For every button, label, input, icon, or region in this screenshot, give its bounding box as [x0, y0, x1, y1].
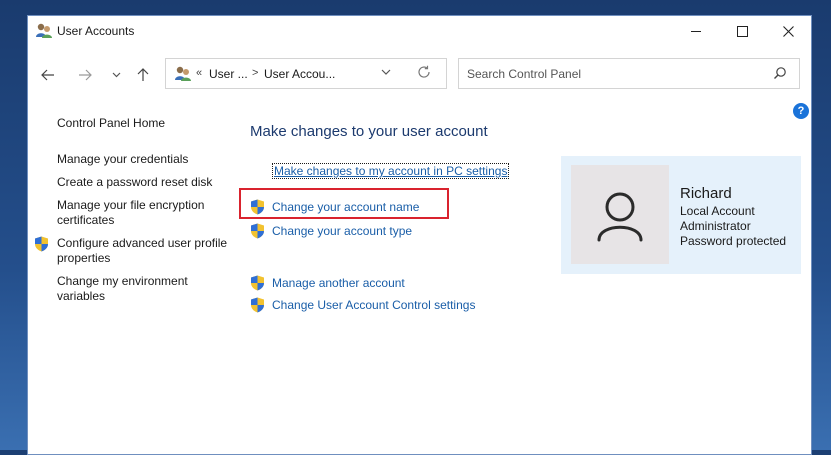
manage-file-encryption-link[interactable]: Manage your file encryption certificates	[57, 198, 232, 228]
refresh-button[interactable]	[417, 65, 431, 82]
account-status: Password protected	[680, 234, 787, 248]
create-password-reset-disk-link[interactable]: Create a password reset disk	[57, 175, 232, 190]
pc-settings-link[interactable]: Make changes to my account in PC setting…	[272, 163, 510, 179]
help-icon[interactable]: ?	[793, 103, 809, 119]
chevron-down-icon	[381, 69, 391, 75]
control-panel-home-link[interactable]: Control Panel Home	[57, 116, 232, 131]
arrow-left-icon	[41, 69, 54, 81]
uac-shield-icon	[251, 297, 264, 313]
user-avatar-icon	[597, 192, 643, 242]
window-title: User Accounts	[57, 24, 135, 38]
uac-shield-icon	[251, 223, 264, 239]
address-overflow-indicator[interactable]: «	[196, 67, 202, 79]
refresh-icon	[418, 65, 430, 78]
up-button[interactable]	[132, 65, 154, 85]
avatar	[571, 165, 669, 264]
breadcrumb-user-accounts[interactable]: User Accou...	[264, 67, 335, 81]
close-button[interactable]	[765, 16, 811, 47]
uac-shield-icon	[251, 199, 264, 215]
change-account-type-link[interactable]: Change your account type	[272, 224, 412, 238]
maximize-icon	[736, 26, 748, 37]
manage-another-account-link[interactable]: Manage another account	[272, 276, 405, 290]
change-environment-variables-link[interactable]: Change my environment variables	[57, 274, 232, 304]
account-role: Administrator	[680, 219, 751, 233]
title-bar[interactable]: User Accounts	[28, 16, 811, 47]
uac-shield-icon	[251, 275, 264, 291]
back-button[interactable]	[37, 65, 59, 85]
search-box[interactable]	[458, 58, 800, 89]
arrow-up-icon	[137, 68, 149, 81]
navigation-bar: « User ... > User Accou...	[28, 58, 811, 92]
close-icon	[782, 26, 794, 37]
change-account-name-link[interactable]: Change your account name	[272, 200, 419, 214]
uac-shield-icon	[35, 236, 48, 252]
page-title: Make changes to your user account	[250, 123, 488, 140]
search-input[interactable]	[467, 65, 757, 83]
account-type: Local Account	[680, 204, 755, 218]
user-accounts-location-icon	[175, 66, 191, 81]
recent-locations-button[interactable]	[105, 65, 127, 85]
minimize-icon	[691, 31, 701, 32]
manage-credentials-link[interactable]: Manage your credentials	[57, 152, 232, 167]
user-accounts-window: User Accounts « User ... > User Accou...…	[27, 15, 812, 455]
address-bar[interactable]: « User ... > User Accou...	[165, 58, 447, 89]
minimize-button[interactable]	[673, 16, 719, 47]
forward-button[interactable]	[74, 65, 96, 85]
user-accounts-icon	[36, 23, 52, 38]
search-icon[interactable]	[773, 66, 787, 80]
account-card: Richard Local Account Administrator Pass…	[561, 156, 801, 274]
configure-advanced-profile-link[interactable]: Configure advanced user profile properti…	[57, 236, 232, 266]
breadcrumb-user-parent[interactable]: User ...	[209, 67, 248, 81]
change-uac-settings-link[interactable]: Change User Account Control settings	[272, 298, 475, 312]
address-history-dropdown[interactable]	[381, 66, 391, 78]
chevron-down-icon	[112, 72, 120, 78]
breadcrumb-separator[interactable]: >	[252, 67, 258, 79]
maximize-button[interactable]	[719, 16, 765, 47]
arrow-right-icon	[79, 69, 92, 81]
account-name: Richard	[680, 185, 732, 202]
